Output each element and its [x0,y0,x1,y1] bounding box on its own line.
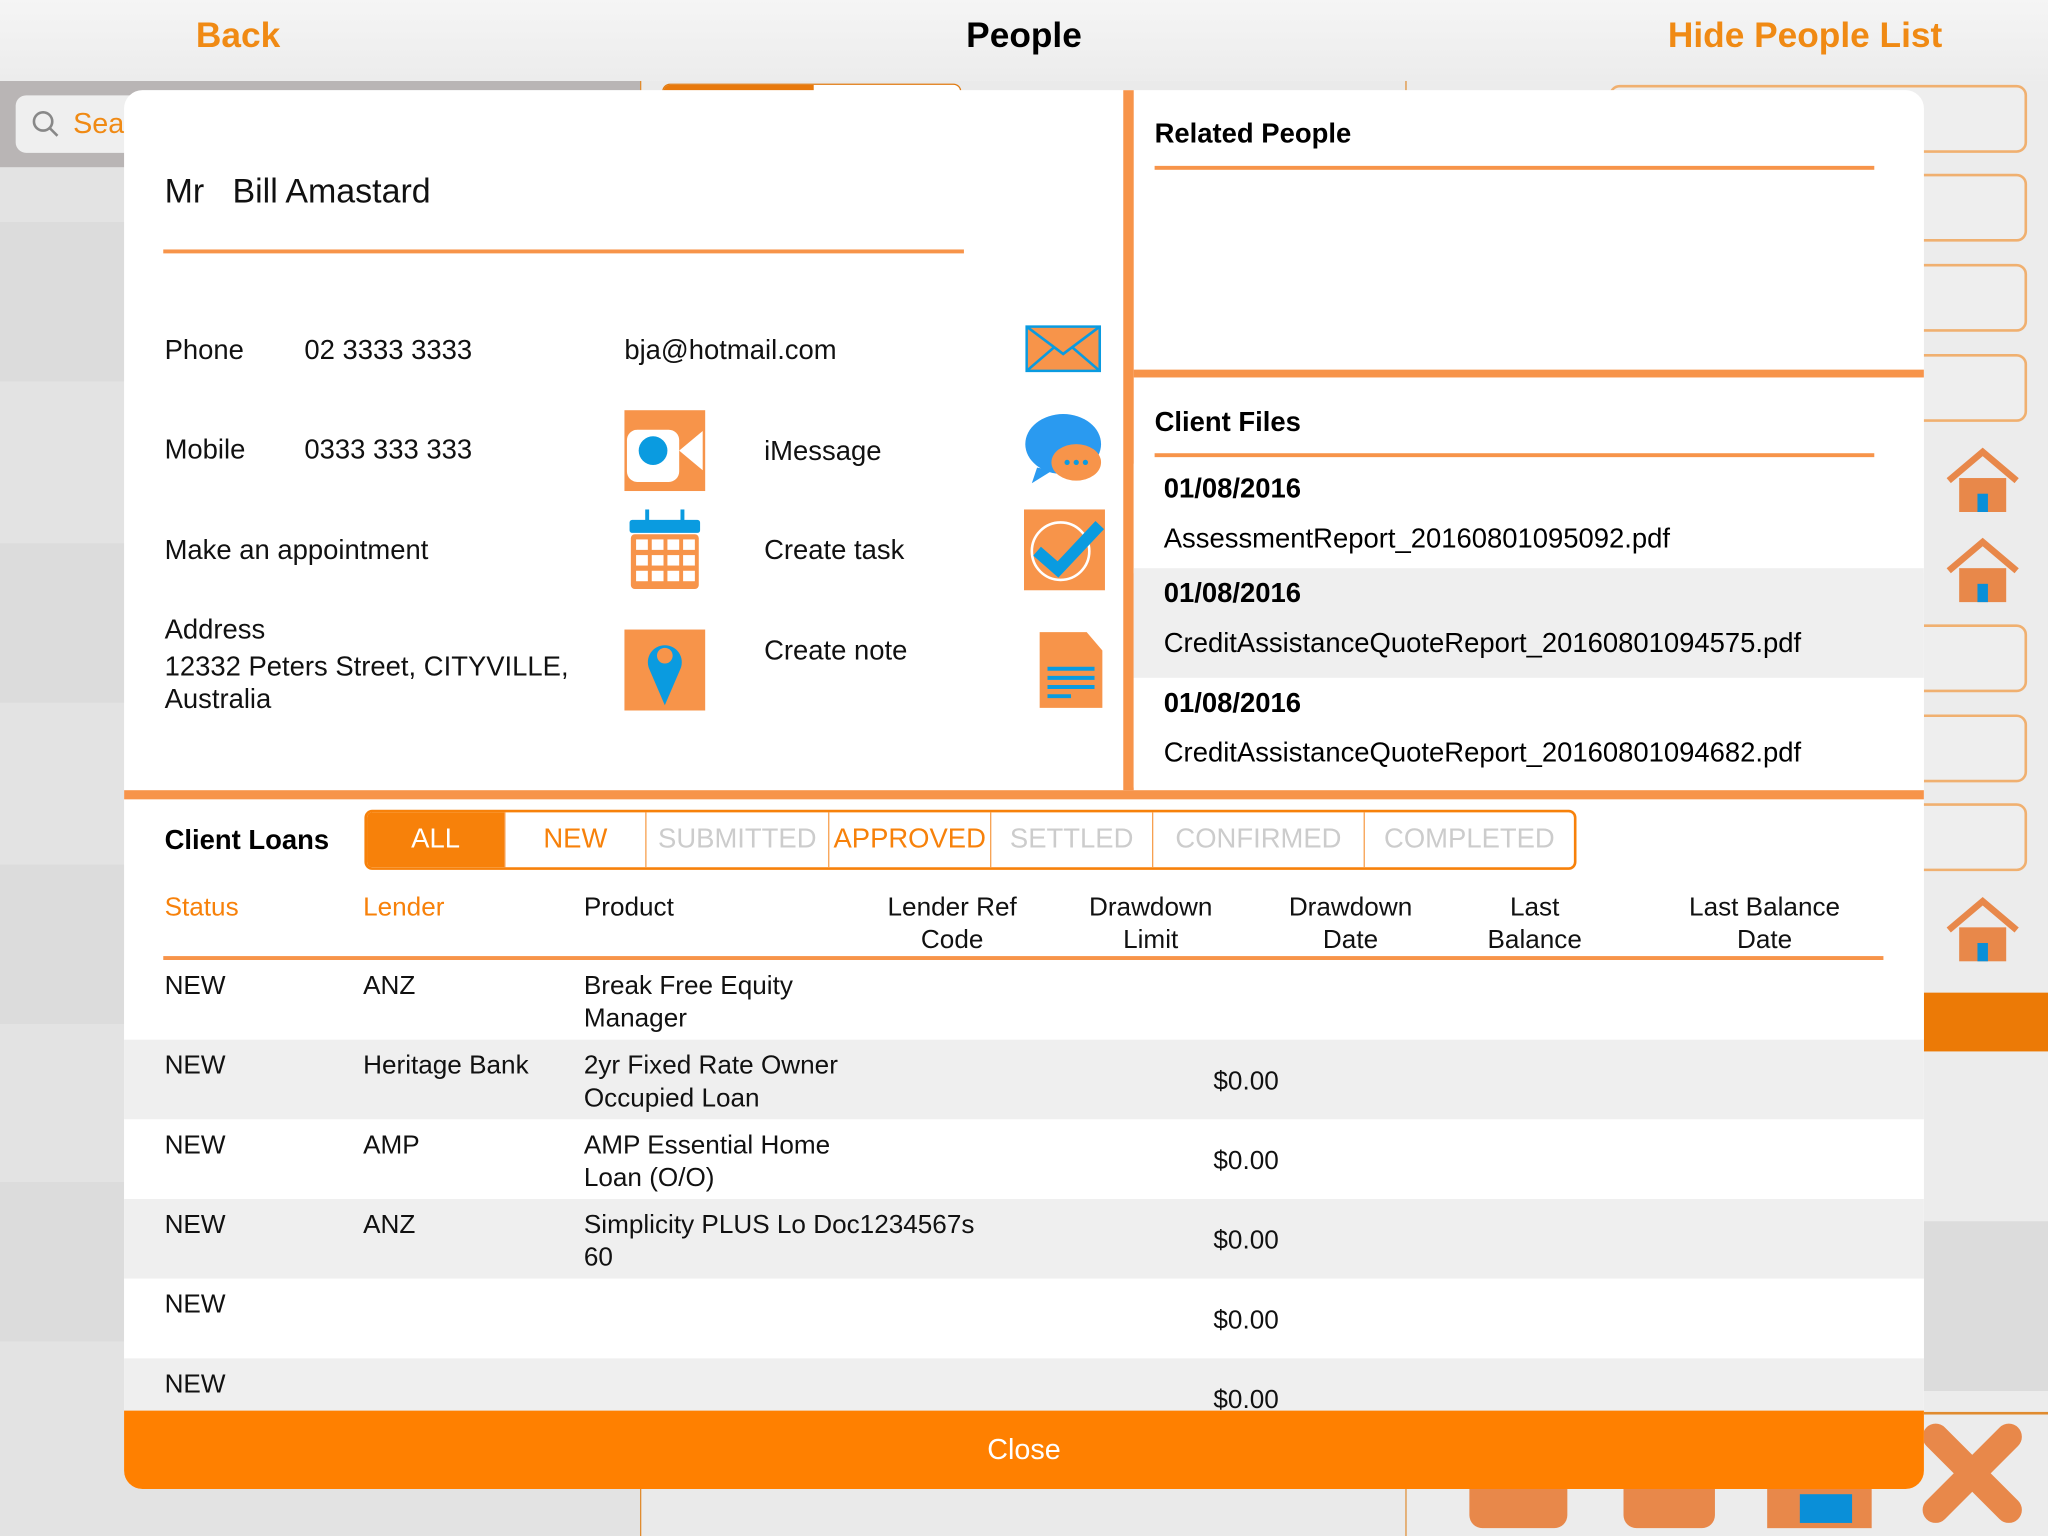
horizontal-divider [124,790,1924,800]
table-row[interactable]: NEW ANZ Simplicity PLUS Lo Doc1234567s 60 $… [124,1199,1924,1279]
file-row[interactable]: 01/08/2016 CreditAssistanceQuoteReport_20… [1133,677,1924,788]
loan-drawdown-limit: $0.00 [1213,1306,1279,1335]
vertical-divider [1123,90,1134,791]
loan-status: NEW [164,971,226,1001]
tab-completed[interactable]: COMPLETED [1365,812,1574,867]
table-row[interactable]: NEW Heritage Bank 2yr Fixed Rate Owner Occ… [124,1039,1924,1120]
address-value[interactable]: 12332 Peters Street, CITYVILLE, Australi… [165,650,596,715]
loan-product: AMP Essential Home Loan (O/O) [583,1131,831,1193]
loan-lender: ANZ [363,971,416,1001]
toolbar-icon[interactable] [1767,1488,1872,1529]
tab-approved[interactable]: APPROVED [829,812,992,868]
calendar-icon[interactable] [624,509,705,590]
search-icon [32,111,59,137]
divider [163,249,964,254]
toolbar-icon[interactable] [1469,1488,1568,1529]
loan-lender: Heritage Bank [363,1051,529,1081]
column-header-lender-ref[interactable]: Lender Ref Code [861,892,1044,957]
map-pin-icon[interactable] [624,629,706,711]
loan-drawdown-limit: $0.00 [1213,1226,1279,1256]
phone-value[interactable]: 02 3333 3333 [304,336,472,367]
file-name: CreditAssistanceQuoteReport_201608010946… [1163,737,1802,768]
column-header-status[interactable]: Status [165,892,239,925]
table-row[interactable]: NEW AMP AMP Essential Home Loan (O/O) $0.00 [124,1119,1924,1200]
client-files-title: Client Files [1154,407,1301,438]
create-task-label[interactable]: Create task [764,536,904,567]
divider [1154,165,1875,170]
task-check-icon[interactable] [1023,509,1105,591]
imessage-label[interactable]: iMessage [764,436,881,467]
home-icon[interactable] [1946,447,2019,515]
column-header-last-balance-date[interactable]: Last Balance Date [1660,892,1869,957]
home-icon[interactable] [1946,896,2019,964]
table-row[interactable]: NEW ANZ Break Free Equity Manager [124,959,1924,1040]
loan-status-tabs: ALL NEW SUBMITTED APPROVED SETTLED CONFI… [364,809,1577,870]
file-date: 01/08/2016 [1163,474,1302,505]
loan-status: NEW [164,1210,226,1240]
column-header-last-balance[interactable]: Last Balance [1443,892,1626,957]
loan-lender: ANZ [363,1210,416,1240]
imessage-icon[interactable] [1024,410,1105,491]
divider [1133,369,1924,378]
note-icon[interactable] [1031,630,1112,711]
file-date: 01/08/2016 [1163,578,1302,609]
table-row[interactable]: NEW $0.00 [124,1278,1924,1359]
tab-settled[interactable]: SETTLED [991,812,1154,868]
email-value[interactable]: bja@hotmail.com [624,336,836,367]
toolbar-icon[interactable] [1623,1488,1715,1529]
loan-status: NEW [164,1131,226,1160]
tab-new[interactable]: NEW [505,812,647,868]
file-name: AssessmentReport_20160801095092.pdf [1163,523,1671,554]
tab-submitted[interactable]: SUBMITTED [647,812,830,868]
related-people-title: Related People [1154,118,1352,149]
address-label: Address [164,615,266,646]
divider [1154,453,1875,458]
facetime-icon[interactable] [624,410,706,492]
salutation: Mr [164,171,205,211]
full-name: Bill Amastard [232,171,431,211]
mobile-label: Mobile [164,434,246,465]
loan-status: NEW [164,1051,226,1081]
column-header-lender[interactable]: Lender [363,892,444,925]
file-date: 01/08/2016 [1163,688,1302,719]
person-detail-modal: Mr Bill Amastard Phone 02 3333 3333 bja@… [124,90,1924,1489]
file-name: CreditAssistanceQuoteReport_201608010945… [1163,628,1802,659]
loan-product: Simplicity PLUS Lo Doc1234567s 60 [583,1210,975,1273]
file-row[interactable]: 01/08/2016 CreditAssistanceQuoteReport_20… [1133,568,1924,678]
loan-status: NEW [164,1290,226,1320]
column-header-drawdown-limit[interactable]: Drawdown Limit [1059,892,1242,957]
hide-people-list-button[interactable]: Hide People List [1668,16,1942,56]
loan-product: Break Free Equity Manager [583,971,793,1034]
column-header-product[interactable]: Product [584,892,674,925]
delete-icon[interactable] [1920,1421,2024,1525]
person-name: Mr Bill Amastard [165,171,431,211]
client-loans-title: Client Loans [164,825,330,856]
home-icon[interactable] [1946,537,2019,605]
loan-lender: AMP [363,1131,420,1160]
close-button[interactable]: Close [124,1410,1924,1489]
mobile-value[interactable]: 0333 333 333 [304,435,472,466]
file-row[interactable]: 01/08/2016 AssessmentReport_2016080109509… [1133,463,1924,574]
create-note-label[interactable]: Create note [764,636,907,667]
loan-drawdown-limit: $0.00 [1213,1146,1279,1176]
email-icon[interactable] [1025,325,1102,373]
loan-status: NEW [164,1370,226,1399]
loan-drawdown-limit: $0.00 [1213,1067,1279,1096]
column-header-drawdown-date[interactable]: Drawdown Date [1259,892,1442,957]
appointment-label[interactable]: Make an appointment [165,536,429,567]
phone-label: Phone [164,335,244,366]
loan-product: 2yr Fixed Rate Owner Occupied Loan [583,1051,838,1113]
tab-all[interactable]: ALL [367,812,506,868]
tab-confirmed[interactable]: CONFIRMED [1153,812,1365,868]
